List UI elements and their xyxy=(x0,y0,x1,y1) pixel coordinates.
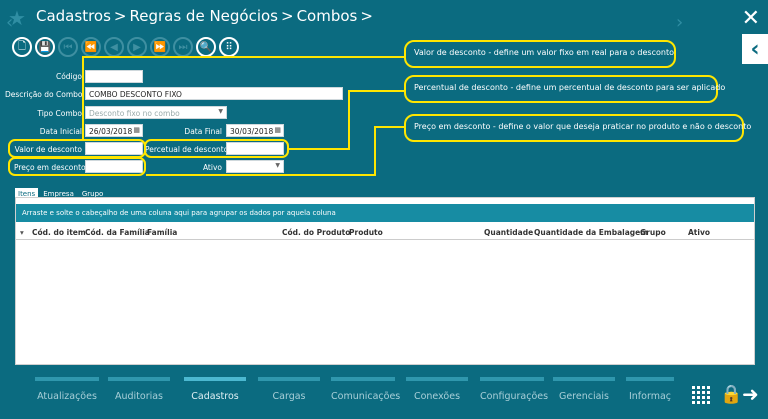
nav-item-label: Auditorias xyxy=(114,391,164,402)
data-final-label: Data Final xyxy=(184,127,222,136)
nav-item-8[interactable]: Informaç xyxy=(626,377,674,402)
percentual-connector-vertical xyxy=(348,90,350,150)
data-inicial-value: 26/03/2018 xyxy=(89,127,133,136)
tipo-select-value: Desconto fixo no combo xyxy=(89,109,180,118)
nav-item-label: Gerenciais xyxy=(558,391,610,402)
nav-item-1[interactable]: Auditorias xyxy=(108,377,170,402)
percentual-callout: Percentual de desconto - define um perce… xyxy=(404,75,725,103)
descricao-input[interactable]: COMBO DESCONTO FIXO xyxy=(85,87,343,100)
breadcrumb: Cadastros > Regras de Negócios > Combos > xyxy=(36,7,376,25)
breadcrumb-item-regras[interactable]: Regras de Negócios xyxy=(129,7,278,25)
data-final-input[interactable]: 30/03/2018 ▦ xyxy=(226,124,284,137)
nav-item-label: Cargas xyxy=(272,391,306,402)
nav-item-indicator xyxy=(480,377,544,381)
nav-item-label: Configurações xyxy=(480,391,549,402)
preco-connector xyxy=(374,126,408,128)
descricao-label: Descrição do Combo xyxy=(5,90,83,99)
nav-item-label: Conexões xyxy=(413,391,461,402)
next-record-icon[interactable]: ▶ xyxy=(127,37,147,57)
data-inicial-label: Data Inicial xyxy=(39,127,82,136)
nav-item-indicator xyxy=(258,377,320,381)
search-icon[interactable]: 🔍 xyxy=(196,37,216,57)
nav-item-indicator xyxy=(406,377,468,381)
items-grid: Arraste e solte o cabeçalho de uma colun… xyxy=(15,197,755,365)
column-grupo[interactable]: Grupo xyxy=(640,228,666,237)
nav-item-label: Informaç xyxy=(628,391,672,402)
nav-item-label: Cadastros xyxy=(191,391,239,402)
preco-connector-vertical xyxy=(374,126,376,176)
close-icon[interactable]: ✕ xyxy=(742,6,760,31)
tipo-label: Tipo Combo xyxy=(37,109,82,118)
group-by-bar[interactable]: Arraste e solte o cabeçalho de uma colun… xyxy=(16,204,754,222)
data-inicial-input[interactable]: 26/03/2018 ▦ xyxy=(85,124,143,137)
column-familia[interactable]: Família xyxy=(147,228,177,237)
nav-item-3[interactable]: Cargas xyxy=(258,377,320,402)
header: ★ Cadastros > Regras de Negócios > Combos > ✕ xyxy=(0,0,768,34)
nav-item-indicator xyxy=(184,377,246,381)
codigo-input[interactable] xyxy=(85,70,143,83)
save-icon[interactable]: 💾 xyxy=(35,37,55,57)
valor-highlight xyxy=(8,139,146,158)
preco-callout: Preço em desconto - define o valor que d… xyxy=(404,114,751,142)
percentual-connector-horizontal xyxy=(289,148,350,150)
nav-scroll-left-icon[interactable]: ‹ xyxy=(6,12,13,33)
row-menu-icon[interactable]: ▾ xyxy=(20,228,24,237)
valor-callout: Valor de desconto - define um valor fixo… xyxy=(404,40,676,68)
grid-header: ▾ Cód. do item Cód. da Família Família C… xyxy=(16,226,754,240)
nav-item-indicator xyxy=(331,377,395,381)
nav-scroll-right-icon[interactable]: › xyxy=(676,12,683,33)
nav-item-indicator xyxy=(553,377,615,381)
breadcrumb-item-cadastros[interactable]: Cadastros xyxy=(36,7,111,25)
nav-item-label: Comunicações xyxy=(331,391,401,402)
codigo-label: Código xyxy=(55,72,82,81)
apps-grid-icon[interactable] xyxy=(692,386,710,404)
nav-item-0[interactable]: Atualizações xyxy=(35,377,99,402)
ativo-select[interactable]: ▼ xyxy=(226,160,284,173)
valor-connector xyxy=(82,56,408,58)
last-record-icon[interactable]: ⏭ xyxy=(173,37,193,57)
collapse-panel-icon[interactable]: ‹ xyxy=(742,34,768,64)
column-ativo[interactable]: Ativo xyxy=(688,228,710,237)
next-page-icon[interactable]: ⏩ xyxy=(150,37,170,57)
tipo-select[interactable]: Desconto fixo no combo ▼ xyxy=(85,106,227,119)
grid-view-icon[interactable]: ⠿ xyxy=(219,37,239,57)
data-final-value: 30/03/2018 xyxy=(230,127,274,136)
nav-item-indicator xyxy=(35,377,99,381)
previous-record-icon[interactable]: ◀ xyxy=(104,37,124,57)
nav-item-indicator xyxy=(108,377,170,381)
nav-item-5[interactable]: Conexões xyxy=(406,377,468,402)
bottom-nav: Atualizações Auditorias Cadastros Cargas Com… xyxy=(0,377,768,419)
lock-icon[interactable]: 🔒 xyxy=(720,384,742,405)
first-record-icon[interactable]: ⏮ xyxy=(58,37,78,57)
percentual-highlight xyxy=(144,139,289,158)
chevron-down-icon: ▼ xyxy=(218,108,223,115)
column-cod-familia[interactable]: Cód. da Família xyxy=(85,228,150,237)
column-produto[interactable]: Produto xyxy=(349,228,383,237)
column-quantidade-embalagem[interactable]: Quantidade da Embalagem xyxy=(534,228,648,237)
chevron-right-icon: > xyxy=(113,7,127,25)
calendar-icon[interactable]: ▦ xyxy=(274,126,281,134)
previous-page-icon[interactable]: ⏪ xyxy=(81,37,101,57)
new-icon[interactable]: 🗋 xyxy=(12,37,32,57)
calendar-icon[interactable]: ▦ xyxy=(133,126,140,134)
chevron-right-icon: > xyxy=(281,7,294,25)
column-cod-item[interactable]: Cód. do item xyxy=(32,228,86,237)
percentual-connector xyxy=(348,90,408,92)
nav-item-label: Atualizações xyxy=(37,391,97,402)
valor-connector-vertical xyxy=(82,56,84,140)
chevron-down-icon: ▼ xyxy=(275,162,280,169)
column-cod-produto[interactable]: Cód. do Produto xyxy=(282,228,350,237)
nav-item-2[interactable]: Cadastros xyxy=(184,377,246,402)
chevron-right-icon: > xyxy=(360,7,373,25)
nav-item-6[interactable]: Configurações xyxy=(480,377,549,402)
preco-connector-horizontal xyxy=(146,174,376,176)
logout-arrow-icon[interactable]: ➜ xyxy=(742,382,759,406)
nav-item-indicator xyxy=(626,377,674,381)
ativo-label: Ativo xyxy=(202,163,222,172)
column-quantidade[interactable]: Quantidade xyxy=(484,228,533,237)
nav-item-4[interactable]: Comunicações xyxy=(331,377,401,402)
breadcrumb-item-combos[interactable]: Combos xyxy=(297,7,358,25)
preco-highlight xyxy=(8,157,146,176)
nav-item-7[interactable]: Gerenciais xyxy=(553,377,615,402)
